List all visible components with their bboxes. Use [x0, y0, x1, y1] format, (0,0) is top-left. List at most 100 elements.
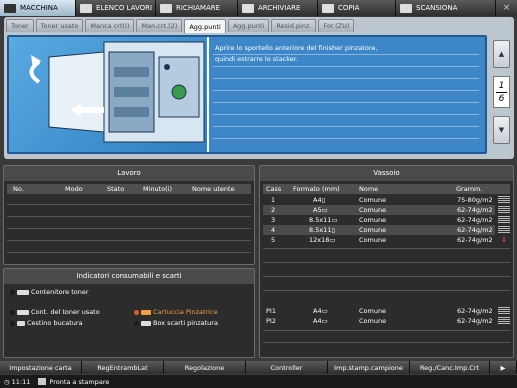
tab-recall[interactable]: RICHIAMARE [156, 0, 238, 16]
tray-panel: Vassoio Cass Formato (mm) Nome Gramm. 1 … [259, 165, 514, 358]
punch-icon [17, 320, 25, 326]
tray-row[interactable]: 5 12x18▭ Comune 62-74g/m2 [263, 235, 495, 245]
divider [263, 248, 510, 249]
col-cass: Cass [266, 185, 282, 193]
tab-add-staples[interactable]: Agg.punti [227, 19, 270, 32]
paper-level-icon [498, 307, 510, 315]
tray-row[interactable]: 3 8.5x11▭ Comune 62-74g/m2 [263, 215, 495, 225]
toner-container-indicator: Contenitore toner [10, 288, 89, 296]
tray-row[interactable]: 4 8.5x11▯ Comune 62-74g/m2 [263, 225, 495, 235]
tab-machine[interactable]: MACCHINA [0, 0, 76, 16]
consumables-panel: Indicatori consumabili e scarti Contenit… [3, 268, 255, 358]
tray-row[interactable]: 2 A5▭ Comune 62-74g/m2 [263, 205, 495, 215]
machine-icon [4, 3, 16, 13]
col-format: Formato (mm) [293, 185, 340, 193]
col-user-name: Nome utente [192, 185, 235, 193]
adjustment-button[interactable]: Regolazione [164, 361, 246, 374]
staple-waste-indicator: Box scarti pinzatura [134, 319, 218, 327]
scan-icon [400, 3, 412, 13]
used-toner-icon [17, 309, 29, 315]
tab-toner[interactable]: Toner [6, 19, 34, 32]
sample-print-button[interactable]: Imp.stamp.campione [328, 361, 410, 374]
divider [213, 90, 479, 91]
clock-icon: ◷ [4, 377, 10, 386]
divider [263, 290, 510, 291]
warning-icon: ⇓ [500, 235, 508, 244]
tab-store[interactable]: ARCHIVIARE [238, 0, 318, 16]
divider [213, 138, 479, 139]
consumables-title: Indicatori consumabili e scarti [4, 269, 254, 284]
status-dot [10, 320, 15, 326]
tab-missing-cartridge-2[interactable]: Man.crt.(2) [136, 19, 183, 32]
tray-panel-title: Vassoio [260, 166, 513, 181]
page-scroller: ▲ 1 6 ▼ [493, 40, 510, 152]
store-icon [242, 3, 254, 13]
job-list-icon [80, 3, 92, 13]
tab-used-toner[interactable]: Toner usato [35, 19, 84, 32]
tab-punch-waste[interactable]: For.(ZU) [318, 19, 355, 32]
tab-staple-residue[interactable]: Resid.pinz. [271, 19, 317, 32]
divider [263, 342, 510, 343]
divider [213, 102, 479, 103]
col-mode: Modo [65, 185, 83, 193]
divider [213, 126, 479, 127]
close-icon[interactable]: × [496, 0, 517, 16]
warning-dot [134, 309, 139, 315]
total-pages: 6 [498, 93, 505, 104]
staple-cartridge-indicator: Cartuccia Pinzatrice [134, 308, 218, 316]
tab-job-list[interactable]: ELENCO LAVORI [76, 0, 156, 16]
tab-copy[interactable]: COPIA [318, 0, 396, 16]
copy-icon [322, 3, 334, 13]
tray-row[interactable]: 1 A4▯ Comune 75-80g/m2 [263, 195, 495, 205]
finisher-illustration [9, 37, 207, 152]
register-delete-button[interactable]: Reg./Canc.Imp.Crt [410, 361, 490, 374]
divider [7, 228, 251, 229]
col-minutes: Minuto(i) [143, 185, 173, 193]
job-table-header: No. Modo Stato Minuto(i) Nome utente [7, 184, 251, 194]
status-text: Pronta a stampare [49, 377, 110, 386]
col-no: No. [13, 185, 24, 193]
scroll-up-button[interactable]: ▲ [493, 40, 510, 68]
instruction-line-1: Aprire lo sportello anteriore del finish… [215, 44, 378, 52]
bottom-button-bar: Impostazione carta RegEntrambLat Regolaz… [0, 361, 517, 374]
status-bar: ◷ 11:11 Pronta a stampare [0, 375, 517, 388]
instruction-line-2: quindi estrarre lo stacker. [215, 55, 298, 63]
paper-level-icon [498, 317, 510, 325]
paper-setting-button[interactable]: Impostazione carta [0, 361, 82, 374]
finisher-drawing [29, 41, 205, 143]
used-toner-indicator: Cont. del toner usato [10, 308, 100, 316]
divider [263, 276, 510, 277]
paper-level-icon [498, 216, 510, 224]
tray-row[interactable]: PI1 A4▭ Comune 62-74g/m2 [263, 306, 495, 316]
divider [213, 114, 479, 115]
status-dot [134, 320, 139, 326]
current-page: 1 [498, 80, 505, 91]
sub-tab-bar: Toner Toner usato Manca crt(I) Man.crt.(… [6, 19, 356, 33]
status-time: 11:11 [11, 377, 31, 386]
divider [7, 252, 251, 253]
paper-level-icon [498, 196, 510, 204]
tab-missing-cartridge-1[interactable]: Manca crt(I) [85, 19, 135, 32]
status-dot [10, 289, 15, 295]
tray-table-header: Cass Formato (mm) Nome Gramm. [263, 184, 510, 194]
tray-row[interactable]: PI2 A4▭ Comune 62-74g/m2 [263, 316, 495, 326]
tab-add-staples-active[interactable]: Agg.punti [184, 19, 226, 33]
message-area: Aprire lo sportello anteriore del finish… [209, 37, 485, 152]
scroll-down-button[interactable]: ▼ [493, 116, 510, 144]
tab-scan[interactable]: SCANSIONA [396, 0, 496, 16]
job-panel: Lavoro No. Modo Stato Minuto(i) Nome ute… [3, 165, 255, 265]
status-dot [10, 309, 15, 315]
job-panel-title: Lavoro [4, 166, 254, 181]
next-arrow-button[interactable]: ▶ [490, 361, 517, 374]
paper-level-icon [498, 206, 510, 214]
top-navigation-bar: MACCHINA ELENCO LAVORI RICHIAMARE ARCHIV… [0, 0, 517, 16]
controller-button[interactable]: Controller [246, 361, 328, 374]
duplex-adjust-button[interactable]: RegEntrambLat [82, 361, 164, 374]
punch-waste-indicator: Cestino bucatura [10, 319, 83, 327]
divider [7, 204, 251, 205]
divider [7, 216, 251, 217]
divider [263, 330, 510, 331]
divider [263, 262, 510, 263]
printer-icon [38, 378, 47, 385]
paper-level-icon [498, 226, 510, 234]
